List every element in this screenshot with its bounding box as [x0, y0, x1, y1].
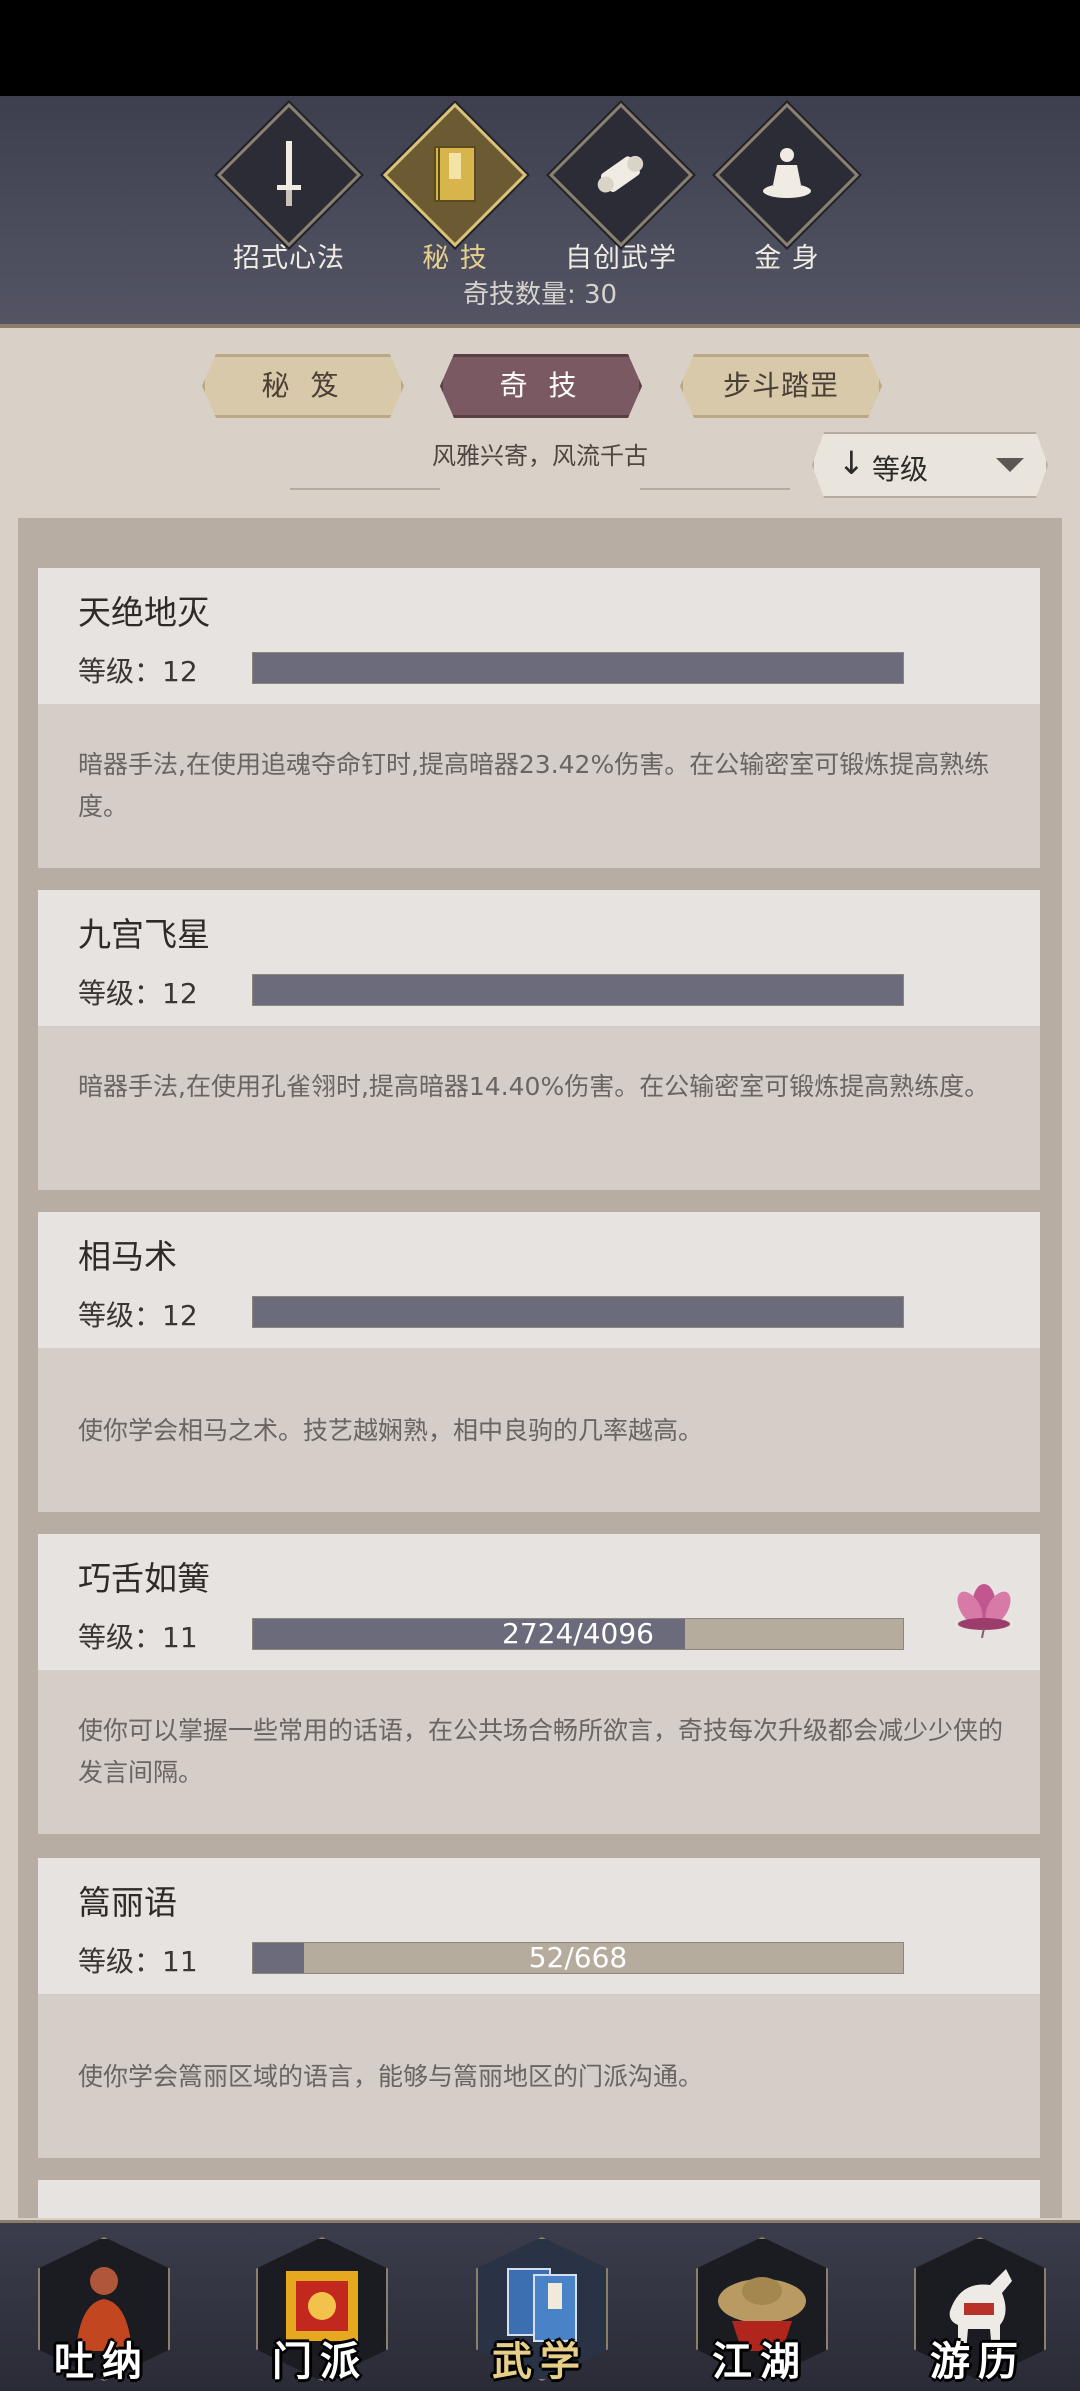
tab-secret-frame [382, 102, 528, 248]
skill-name: 巧舌如簧 [78, 1559, 210, 1598]
bottom-nav: 吐纳 门派 武学 江湖 游历 [0, 2220, 1080, 2391]
tab-self-created-frame [548, 102, 694, 248]
tab-golden-body-frame [714, 102, 860, 248]
subtab-star-steps[interactable]: 步斗踏罡 [680, 354, 882, 418]
nav-martial-arts-label: 武学 [492, 2338, 588, 2385]
progress-bar [252, 974, 904, 1006]
status-bar [0, 0, 1080, 96]
book-icon [434, 146, 476, 202]
progress-text: 52/668 [528, 1941, 628, 1974]
progress-bar: 52/668 [252, 1942, 904, 1974]
skill-name: 九宫飞星 [78, 915, 210, 954]
progress-bar [252, 1296, 904, 1328]
skill-card-header: 篙丽语 等级：11 52/668 [38, 1858, 1040, 1994]
skill-level: 等级：11 [78, 1945, 198, 1978]
skill-name: 天绝地灭 [78, 593, 210, 632]
progress-fill [253, 653, 903, 683]
nav-jianghu[interactable]: 江湖 [680, 2229, 840, 2389]
progress-text: 2724/4096 [502, 1617, 654, 1650]
sort-label: 等级 [872, 453, 929, 486]
tab-moves[interactable]: 招式心法 [204, 102, 374, 275]
skill-card-body: 暗器手法,在使用孔雀翎时,提高暗器14.40%伤害。在公输密室可锻炼提高熟练度。 [38, 1026, 1040, 1190]
skill-description: 使你学会篙丽区域的语言，能够与篙丽地区的门派沟通。 [78, 2062, 704, 2091]
skill-card[interactable]: 天绝地灭 等级：12 暗器手法,在使用追魂夺命钉时,提高暗器23.42%伤害。在… [38, 568, 1040, 868]
skill-card-body: 使你可以掌握一些常用的话语，在公共场合畅所欲言，奇技每次升级都会减少少侠的发言间… [38, 1670, 1040, 1834]
skill-description: 使你可以掌握一些常用的话语，在公共场合畅所欲言，奇技每次升级都会减少少侠的发言间… [78, 1716, 1004, 1787]
skill-level: 等级：12 [78, 1299, 198, 1332]
divider-left [290, 488, 440, 490]
scroll-icon [597, 155, 644, 193]
skill-description: 暗器手法,在使用孔雀翎时,提高暗器14.40%伤害。在公输密室可锻炼提高熟练度。 [78, 1072, 990, 1101]
divider-right [640, 488, 790, 490]
chevron-down-icon [996, 458, 1024, 472]
progress-bar [252, 652, 904, 684]
nav-sect-label: 门派 [272, 2338, 368, 2385]
nav-travel-label: 游历 [930, 2338, 1026, 2385]
skill-count: 奇技数量: 30 [462, 280, 618, 310]
progress-fill [253, 1297, 903, 1327]
sort-dropdown[interactable]: ↓ 等级 [812, 432, 1048, 498]
skill-card-partial[interactable] [38, 2180, 1040, 2218]
skill-description: 暗器手法,在使用追魂夺命钉时,提高暗器23.42%伤害。在公输密室可锻炼提高熟练… [78, 750, 990, 821]
skill-card[interactable]: 巧舌如簧 等级：11 2724/4096 使你可以掌握一些常用的话语，在公共场合… [38, 1534, 1040, 1834]
skill-card-header: 九宫飞星 等级：12 [38, 890, 1040, 1026]
skill-card[interactable]: 相马术 等级：12 使你学会相马之术。技艺越娴熟，相中良驹的几率越高。 [38, 1212, 1040, 1512]
sword-icon [277, 141, 301, 206]
skill-card-header: 相马术 等级：12 [38, 1212, 1040, 1348]
skill-card-body: 使你学会相马之术。技艺越娴熟，相中良驹的几率越高。 [38, 1348, 1040, 1512]
nav-martial-arts[interactable]: 武学 [460, 2229, 620, 2389]
skill-list[interactable]: 天绝地灭 等级：12 暗器手法,在使用追魂夺命钉时,提高暗器23.42%伤害。在… [18, 518, 1062, 2218]
tab-golden-body[interactable]: 金 身 [702, 102, 872, 275]
sort-direction-icon: ↓ [838, 444, 865, 482]
skill-level: 等级：12 [78, 977, 198, 1010]
skill-card[interactable]: 九宫飞星 等级：12 暗器手法,在使用孔雀翎时,提高暗器14.40%伤害。在公输… [38, 890, 1040, 1190]
meditation-icon [763, 148, 811, 198]
skill-card-body: 暗器手法,在使用追魂夺命钉时,提高暗器23.42%伤害。在公输密室可锻炼提高熟练… [38, 704, 1040, 868]
skill-card-header: 巧舌如簧 等级：11 2724/4096 [38, 1534, 1040, 1670]
subtab-manuals[interactable]: 秘 笈 [202, 354, 404, 418]
tab-moves-frame [216, 102, 362, 248]
progress-fill [253, 975, 903, 1005]
nav-breathing[interactable]: 吐纳 [22, 2229, 182, 2389]
skill-card-header: 天绝地灭 等级：12 [38, 568, 1040, 704]
skill-name: 篙丽语 [78, 1883, 177, 1922]
lotus-icon[interactable] [946, 1562, 1022, 1638]
skill-card[interactable]: 篙丽语 等级：11 52/668 使你学会篙丽区域的语言，能够与篙丽地区的门派沟… [38, 1858, 1040, 2158]
nav-breathing-label: 吐纳 [54, 2338, 150, 2385]
progress-bar: 2724/4096 [252, 1618, 904, 1650]
skill-card-body: 使你学会篙丽区域的语言，能够与篙丽地区的门派沟通。 [38, 1994, 1040, 2158]
skill-card-header [38, 2180, 1040, 2218]
nav-travel[interactable]: 游历 [898, 2229, 1058, 2389]
skill-description: 使你学会相马之术。技艺越娴熟，相中良驹的几率越高。 [78, 1416, 704, 1445]
skill-name: 相马术 [78, 1237, 177, 1276]
tab-secret[interactable]: 秘 技 [370, 102, 540, 275]
nav-sect[interactable]: 门派 [240, 2229, 400, 2389]
nav-jianghu-label: 江湖 [712, 2338, 808, 2385]
tab-self-created[interactable]: 自创武学 [536, 102, 706, 275]
top-header: 招式心法 秘 技 自创武学 金 身 奇技数量: 30 [0, 96, 1080, 328]
skill-level: 等级：11 [78, 1621, 198, 1654]
skill-level: 等级：12 [78, 655, 198, 688]
motto: 风雅兴寄，风流千古 [432, 442, 648, 470]
subtab-special-skills[interactable]: 奇 技 [440, 354, 642, 418]
